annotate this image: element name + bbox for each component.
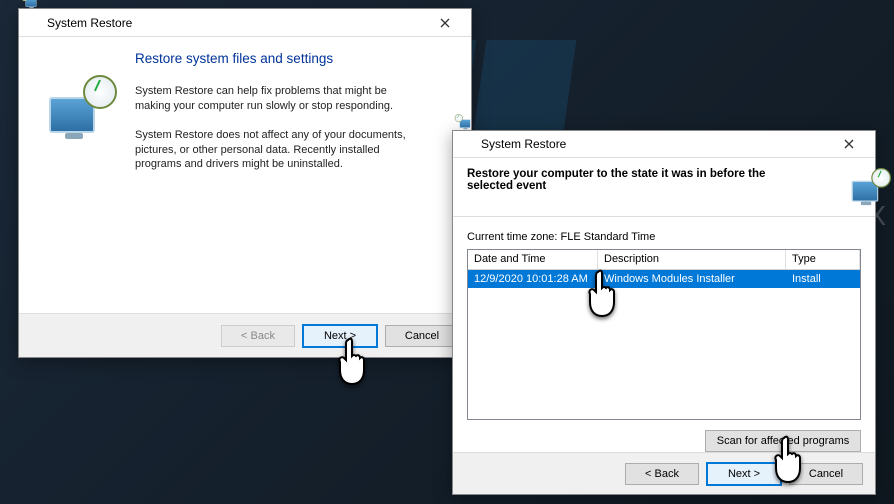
system-restore-icon bbox=[25, 15, 41, 31]
wizard-paragraph-1: System Restore can help fix problems tha… bbox=[135, 84, 425, 114]
cell-type: Install bbox=[786, 270, 860, 288]
cell-datetime: 12/9/2020 10:01:28 AM bbox=[468, 270, 598, 288]
table-header: Date and Time Description Type bbox=[468, 250, 860, 270]
close-icon bbox=[440, 18, 450, 28]
column-header-datetime[interactable]: Date and Time bbox=[468, 250, 598, 269]
wizard-button-row: < Back Next > Cancel bbox=[19, 313, 471, 357]
wizard-button-row: < Back Next > Cancel bbox=[453, 452, 875, 494]
column-header-type[interactable]: Type bbox=[786, 250, 860, 269]
close-icon bbox=[844, 139, 854, 149]
wizard-heading: Restore your computer to the state it wa… bbox=[467, 168, 813, 192]
close-button[interactable] bbox=[425, 11, 465, 35]
cell-description: Windows Modules Installer bbox=[598, 270, 786, 288]
titlebar[interactable]: System Restore bbox=[453, 131, 875, 158]
cancel-button[interactable]: Cancel bbox=[385, 325, 459, 347]
wizard-graphic bbox=[37, 45, 127, 313]
back-button[interactable]: < Back bbox=[625, 463, 699, 485]
close-button[interactable] bbox=[829, 132, 869, 156]
scan-affected-programs-button[interactable]: Scan for affected programs bbox=[705, 430, 861, 452]
next-button[interactable]: Next > bbox=[303, 325, 377, 347]
cancel-button[interactable]: Cancel bbox=[789, 463, 863, 485]
next-button[interactable]: Next > bbox=[707, 463, 781, 485]
window-title: System Restore bbox=[47, 16, 425, 30]
timezone-label: Current time zone: FLE Standard Time bbox=[453, 217, 875, 247]
titlebar[interactable]: System Restore bbox=[19, 9, 471, 37]
restore-points-table[interactable]: Date and Time Description Type 12/9/2020… bbox=[467, 249, 861, 420]
table-row[interactable]: 12/9/2020 10:01:28 AM Windows Modules In… bbox=[468, 270, 860, 288]
system-restore-intro-dialog: System Restore Restore system files and … bbox=[18, 8, 472, 358]
wizard-paragraph-2: System Restore does not affect any of yo… bbox=[135, 128, 425, 173]
back-button: < Back bbox=[221, 325, 295, 347]
window-title: System Restore bbox=[481, 137, 829, 151]
system-restore-select-dialog: System Restore Restore your computer to … bbox=[452, 130, 876, 495]
wizard-graphic bbox=[821, 168, 861, 208]
wizard-heading: Restore system files and settings bbox=[135, 51, 453, 66]
system-restore-icon bbox=[459, 136, 475, 152]
column-header-description[interactable]: Description bbox=[598, 250, 786, 269]
